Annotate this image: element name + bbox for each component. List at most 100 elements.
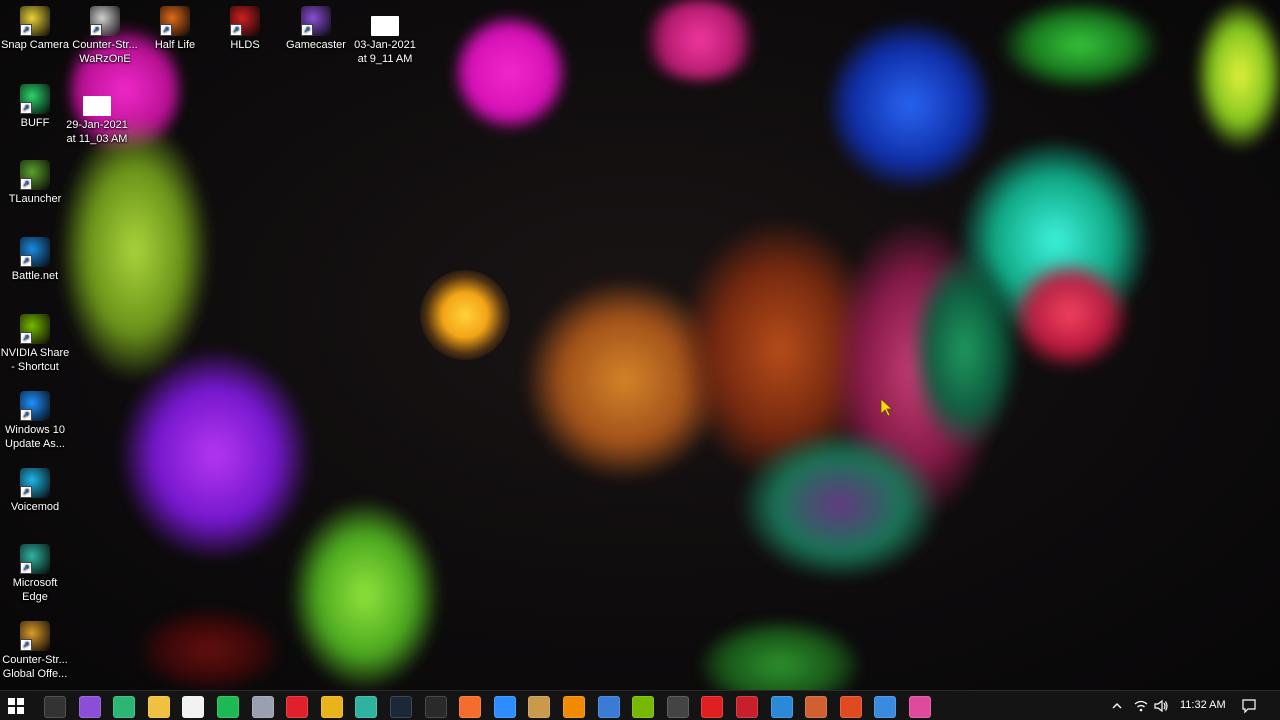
- wallpaper-blob: [700, 620, 860, 690]
- desktop-icon-label: 29-Jan-2021 at 11_03 AM: [66, 119, 128, 145]
- opera-icon[interactable]: [286, 696, 309, 718]
- hlds-icon: ↗: [230, 6, 260, 36]
- desktop-icon-label: Half Life: [154, 39, 196, 51]
- edge-taskbar-icon[interactable]: [355, 696, 378, 718]
- app-gray-icon[interactable]: [251, 696, 274, 718]
- wallpaper-blob: [1010, 260, 1130, 370]
- color-picker-icon[interactable]: [909, 696, 931, 718]
- media-icon[interactable]: [528, 696, 551, 718]
- vscode-icon[interactable]: [770, 696, 793, 718]
- office-icon[interactable]: [839, 696, 862, 718]
- roblox-icon[interactable]: [701, 696, 724, 718]
- desktop-icon-label: Voicemod: [10, 501, 60, 513]
- image-file-icon: [83, 96, 111, 116]
- desktop-icon-label: 03-Jan-2021 at 9_11 AM: [354, 39, 416, 65]
- shortcut-arrow-icon: ↗: [20, 486, 32, 498]
- shortcut-arrow-icon: ↗: [90, 24, 102, 36]
- wallpaper-blob: [1195, 0, 1280, 150]
- wallpaper-blob: [290, 500, 440, 690]
- vlc-icon[interactable]: [563, 696, 585, 718]
- desktop-icon-label: Snap Camera: [1, 39, 69, 51]
- wallpaper-blob: [60, 120, 210, 380]
- counter-strike-icon: ↗: [90, 6, 120, 36]
- image-file-icon: [371, 16, 399, 36]
- wallpaper-blob: [910, 250, 1020, 450]
- wallpaper-blob: [640, 0, 760, 80]
- desktop-icon-label: Microsoft Edge: [12, 577, 58, 603]
- desktop-icon-buff[interactable]: ↗ BUFF: [0, 84, 70, 130]
- photos-icon[interactable]: [874, 696, 897, 718]
- desktop-icon-edge[interactable]: ↗ Microsoft Edge: [0, 544, 70, 604]
- windows-update-icon: ↗: [20, 391, 50, 421]
- edge-icon: ↗: [20, 544, 50, 574]
- desktop-icon-snap-camera[interactable]: ↗ Snap Camera: [0, 6, 70, 52]
- desktop-icon-voicemod[interactable]: ↗ Voicemod: [0, 468, 70, 514]
- steam-icon[interactable]: [390, 696, 412, 718]
- spotify-icon[interactable]: [217, 696, 239, 718]
- calculator-icon[interactable]: [666, 696, 689, 718]
- desktop-icon-gamecaster[interactable]: ↗ Gamecaster: [281, 6, 351, 52]
- desktop-icon-image-file[interactable]: 03-Jan-2021 at 9_11 AM: [350, 10, 420, 66]
- gamecaster-icon: ↗: [301, 6, 331, 36]
- wallpaper-blob: [455, 15, 565, 130]
- wallpaper-blob: [140, 610, 280, 690]
- origin-icon[interactable]: [459, 696, 482, 718]
- wallpaper-blob: [740, 430, 940, 580]
- wallpaper-blob: [120, 350, 310, 560]
- shortcut-arrow-icon: ↗: [20, 178, 32, 190]
- desktop-icon-label: NVIDIA Share - Shortcut: [0, 347, 70, 373]
- desktop-icon-label: Windows 10 Update As...: [5, 424, 65, 450]
- tlauncher-icon: ↗: [20, 160, 50, 190]
- app-green-icon[interactable]: [113, 696, 136, 718]
- half-life-icon: ↗: [160, 6, 190, 36]
- shortcut-arrow-icon: ↗: [301, 24, 313, 36]
- taskbar: 11:32 AM: [0, 690, 1280, 720]
- notification-center-icon[interactable]: [1241, 698, 1257, 714]
- start-button[interactable]: [6, 696, 26, 716]
- app-blue-icon[interactable]: [597, 696, 620, 718]
- mouse-cursor: [880, 398, 894, 417]
- file-explorer-icon[interactable]: [147, 696, 170, 718]
- wifi-icon[interactable]: [1133, 698, 1149, 714]
- desktop-icon-label: HLDS: [230, 39, 260, 51]
- desktop-icon-label: Gamecaster: [286, 39, 346, 51]
- csgo-icon: ↗: [20, 621, 50, 651]
- volume-icon[interactable]: [1153, 698, 1169, 714]
- desktop-icon-nvidia[interactable]: ↗ NVIDIA Share - Shortcut: [0, 314, 70, 374]
- wallpaper-blob: [1000, 0, 1160, 90]
- desktop-icon-counter-strike[interactable]: ↗ Counter-Str... WaRzOnE: [70, 6, 140, 66]
- desktop-icon-label: Counter-Str... WaRzOnE: [72, 39, 138, 65]
- cortana-icon[interactable]: [44, 696, 66, 718]
- desktop-icon-hlds[interactable]: ↗ HLDS: [210, 6, 280, 52]
- desktop-icon-half-life[interactable]: ↗ Half Life: [140, 6, 210, 52]
- store-icon[interactable]: [182, 696, 205, 718]
- desktop-icon-label: Counter-Str... Global Offe...: [2, 654, 68, 680]
- shortcut-arrow-icon: ↗: [160, 24, 172, 36]
- wallpaper-blob: [830, 20, 990, 190]
- desktop-icon-windows-update[interactable]: ↗ Windows 10 Update As...: [0, 391, 70, 451]
- taskbar-clock[interactable]: 11:32 AM: [1180, 699, 1226, 711]
- zoom-icon[interactable]: [493, 696, 516, 718]
- shortcut-arrow-icon: ↗: [20, 639, 32, 651]
- buff-icon: ↗: [20, 84, 50, 114]
- shortcut-arrow-icon: ↗: [20, 255, 32, 267]
- desktop-icon-csgo[interactable]: ↗ Counter-Str... Global Offe...: [0, 621, 70, 681]
- desktop-wallpaper: [0, 0, 1280, 690]
- wallpaper-sun-glow: [420, 270, 510, 360]
- nvidia-taskbar-icon[interactable]: [632, 696, 655, 718]
- valorant-icon[interactable]: [736, 696, 758, 718]
- desktop-icon-image-file[interactable]: 29-Jan-2021 at 11_03 AM: [62, 90, 132, 146]
- desktop-icon-label: TLauncher: [8, 193, 62, 205]
- voicemod-icon: ↗: [20, 468, 50, 498]
- chevron-up-icon[interactable]: [1111, 700, 1123, 712]
- chrome-icon[interactable]: [320, 696, 343, 718]
- gamecaster-taskbar-icon[interactable]: [78, 696, 101, 718]
- game-icon[interactable]: [805, 696, 828, 718]
- nvidia-icon: ↗: [20, 314, 50, 344]
- shortcut-arrow-icon: ↗: [20, 409, 32, 421]
- epic-games-icon[interactable]: [424, 696, 447, 718]
- desktop-icon-battle-net[interactable]: ↗ Battle.net: [0, 237, 70, 283]
- windows-logo-icon: [8, 698, 24, 714]
- desktop-icon-tlauncher[interactable]: ↗ TLauncher: [0, 160, 70, 206]
- shortcut-arrow-icon: ↗: [20, 562, 32, 574]
